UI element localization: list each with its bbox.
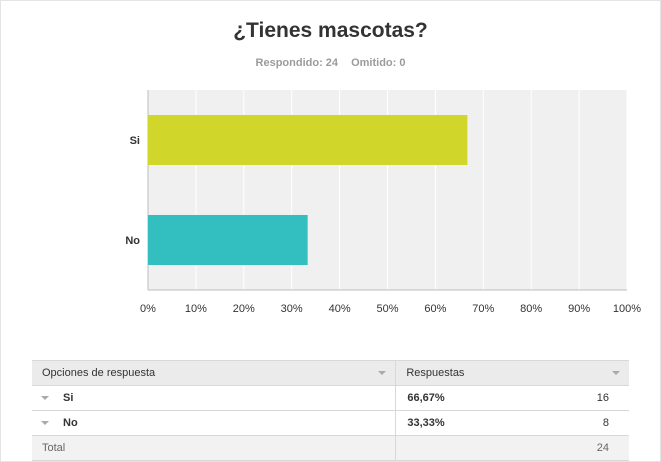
x-tick-label: 40% bbox=[329, 303, 351, 315]
bar-si bbox=[148, 115, 468, 165]
response-cell: 66,67% 16 bbox=[395, 385, 629, 411]
option-cell: Si bbox=[32, 385, 397, 411]
header-responses-label: Respuestas bbox=[406, 367, 465, 379]
table-row: No 33,33% 8 bbox=[32, 410, 629, 436]
sort-responses-icon[interactable] bbox=[612, 371, 620, 375]
response-percent: 66,67% bbox=[407, 392, 445, 404]
responses-table: Opciones de respuesta Respuestas Si 66,6… bbox=[32, 360, 629, 461]
bar-chart: 0% 10% 20% 30% 40% 50% 60% 70% 80% 90% 100% Si No bbox=[125, 90, 641, 315]
x-tick-label: 60% bbox=[424, 303, 446, 315]
option-label: Si bbox=[63, 392, 74, 404]
total-label-cell: Total bbox=[32, 435, 397, 461]
total-count: 24 bbox=[596, 442, 609, 454]
response-count: 16 bbox=[596, 392, 609, 404]
x-tick-label: 70% bbox=[472, 303, 494, 315]
x-tick-label: 10% bbox=[185, 303, 207, 315]
x-tick-label: 20% bbox=[233, 303, 255, 315]
option-cell: No bbox=[32, 410, 397, 436]
total-row: Total 24 bbox=[32, 435, 629, 461]
header-options-label: Opciones de respuesta bbox=[42, 367, 156, 379]
x-tick-label: 0% bbox=[140, 303, 156, 315]
x-tick-label: 80% bbox=[520, 303, 542, 315]
total-label: Total bbox=[42, 442, 66, 454]
expand-caret-icon[interactable] bbox=[41, 396, 49, 401]
sort-options-icon[interactable] bbox=[378, 371, 387, 375]
table-row: Si 66,67% 16 bbox=[32, 385, 629, 411]
x-tick-label: 50% bbox=[376, 303, 398, 315]
x-tick-label: 30% bbox=[281, 303, 303, 315]
response-cell: 33,33% 8 bbox=[395, 410, 629, 436]
option-label: No bbox=[63, 417, 78, 429]
header-responses[interactable]: Respuestas bbox=[395, 360, 629, 386]
expand-caret-icon[interactable] bbox=[41, 421, 49, 426]
header-options[interactable]: Opciones de respuesta bbox=[32, 360, 397, 386]
response-percent: 33,33% bbox=[407, 417, 445, 429]
bar-no bbox=[148, 215, 308, 265]
x-tick-label: 90% bbox=[568, 303, 590, 315]
total-count-cell: 24 bbox=[395, 435, 629, 461]
x-tick-label: 100% bbox=[613, 303, 641, 315]
category-label: Si bbox=[130, 135, 140, 147]
response-count: 8 bbox=[602, 417, 609, 429]
table-header-row: Opciones de respuesta Respuestas bbox=[32, 360, 629, 386]
category-label: No bbox=[125, 235, 140, 247]
